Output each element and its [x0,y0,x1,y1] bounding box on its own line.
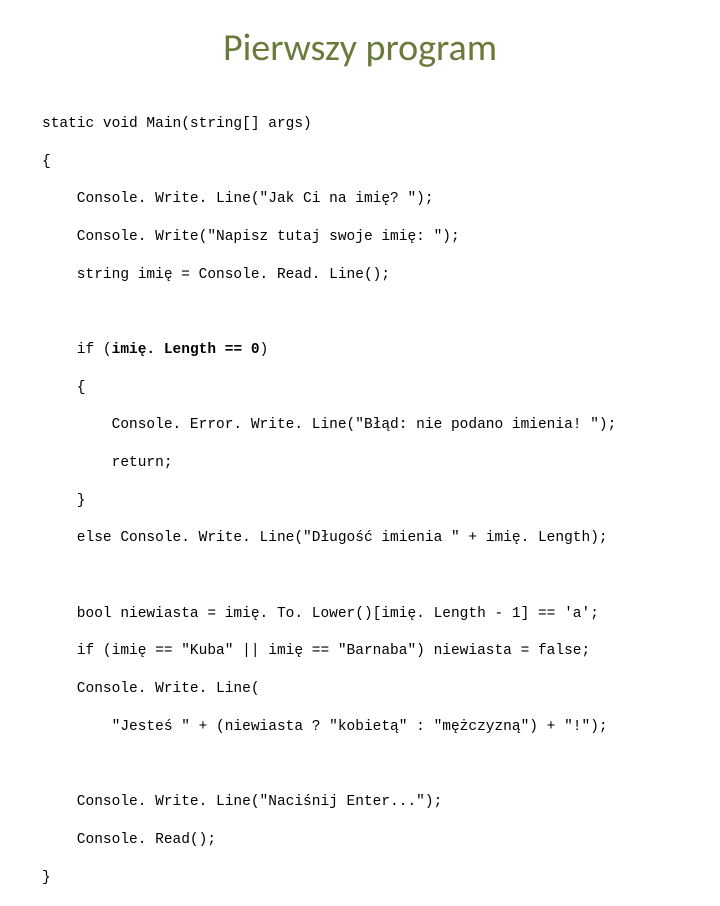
code-text: if ( [42,342,112,358]
code-line: Console. Write. Line("Jak Ci na imię? ")… [42,190,680,209]
code-bold: imię. Length == 0 [112,342,260,358]
code-line: Console. Read(); [42,831,680,850]
code-block: static void Main(string[] args) { Consol… [40,96,680,906]
code-line: if (imię == "Kuba" || imię == "Barnaba")… [42,642,680,661]
code-line: else Console. Write. Line("Długość imien… [42,529,680,548]
code-line: Console. Write. Line( [42,680,680,699]
code-line: } [42,869,680,888]
code-line: "Jesteś " + (niewiasta ? "kobietą" : "mę… [42,718,680,737]
code-line: string imię = Console. Read. Line(); [42,266,680,285]
code-line: Console. Error. Write. Line("Błąd: nie p… [42,416,680,435]
code-line: Console. Write("Napisz tutaj swoje imię:… [42,228,680,247]
code-line: } [42,492,680,511]
code-text: ) [260,342,269,358]
code-line: Console. Write. Line("Naciśnij Enter..."… [42,793,680,812]
code-line [42,567,680,586]
code-line: { [42,379,680,398]
code-line: return; [42,454,680,473]
code-line [42,303,680,322]
code-line: static void Main(string[] args) [42,115,680,134]
code-line [42,756,680,775]
code-line: { [42,153,680,172]
page-title: Pierwszy program [40,25,680,71]
code-line: bool niewiasta = imię. To. Lower()[imię.… [42,605,680,624]
code-line: if (imię. Length == 0) [42,341,680,360]
